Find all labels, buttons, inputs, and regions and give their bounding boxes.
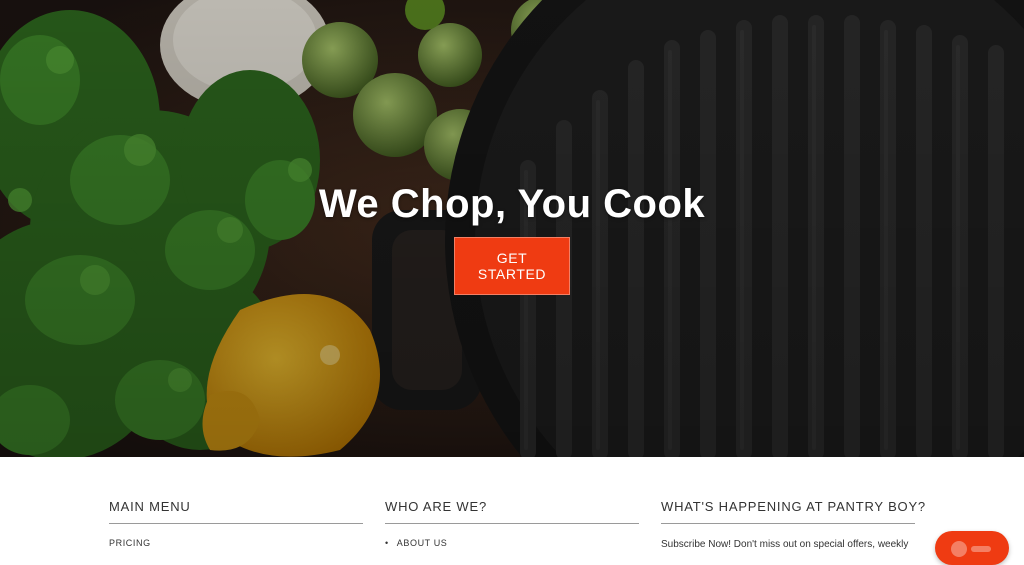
footer-heading-main-menu: MAIN MENU <box>109 499 363 524</box>
chat-widget-button[interactable] <box>935 531 1009 565</box>
footer-heading-who-are-we: WHO ARE WE? <box>385 499 639 524</box>
footer-column-news: WHAT'S HAPPENING AT PANTRY BOY? Subscrib… <box>661 499 925 552</box>
footer-link-pricing[interactable]: PRICING <box>109 538 363 548</box>
footer-heading-news: WHAT'S HAPPENING AT PANTRY BOY? <box>661 499 925 524</box>
footer-column-who-are-we: WHO ARE WE? ABOUT US <box>385 499 639 548</box>
hero-section: We Chop, You Cook GET STARTED <box>0 0 1024 457</box>
footer-column-main-menu: MAIN MENU PRICING <box>109 499 363 548</box>
footer-list-who-are-we: ABOUT US <box>385 538 639 548</box>
footer-subscribe-text: Subscribe Now! Don't miss out on special… <box>661 539 909 550</box>
chat-icon <box>951 541 967 557</box>
chat-label-placeholder <box>971 546 991 552</box>
get-started-button[interactable]: GET STARTED <box>454 237 570 295</box>
hero-title: We Chop, You Cook <box>318 182 706 226</box>
hero-content: We Chop, You Cook GET STARTED <box>0 180 1024 295</box>
footer: MAIN MENU PRICING WHO ARE WE? ABOUT US W… <box>0 457 1024 559</box>
footer-link-about-us[interactable]: ABOUT US <box>385 538 639 548</box>
